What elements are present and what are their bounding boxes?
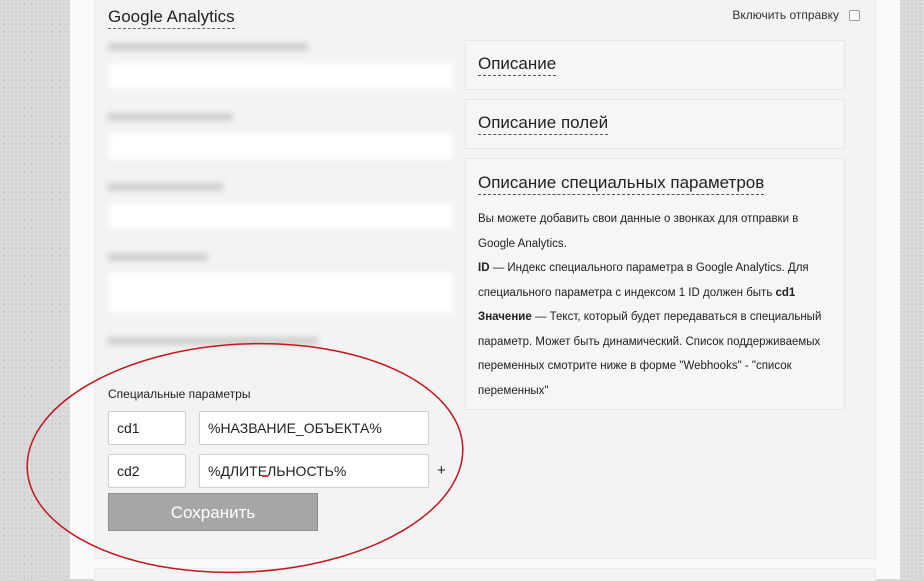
special-params-label: Специальные параметры [108,387,251,401]
blurred-label [108,334,454,350]
save-button[interactable]: Сохранить [108,493,318,531]
special-params-title[interactable]: Описание специальных параметров [478,172,765,195]
param-value-input-2[interactable]: %ДЛИТЕЛЬНОСТЬ% [199,454,429,488]
param-id-input-1[interactable]: cd1 [108,411,186,445]
value-term: Значение [478,311,532,323]
param-value-input-1[interactable]: %НАЗВАНИЕ_ОБЪЕКТА% [199,411,429,445]
fields-description-card: Описание полей [465,99,845,149]
special-params-description: Вы можете добавить свои данные о звонках… [478,207,832,403]
enable-sending-label: Включить отправку [732,8,839,22]
id-definition: — Индекс специального параметра в Google… [478,262,809,299]
special-params-intro: Вы можете добавить свои данные о звонках… [478,213,799,250]
blurred-label [108,110,454,126]
enable-sending-toggle[interactable]: Включить отправку [732,8,860,22]
blurred-input[interactable] [108,272,454,314]
id-term: ID [478,262,490,274]
next-panel [94,568,876,581]
id-example: cd1 [775,286,796,299]
blurred-input[interactable] [108,132,454,160]
description-card: Описание [465,40,845,90]
blurred-fields [108,40,454,350]
param-id-input-2[interactable]: cd2 [108,454,186,488]
section-title: Google Analytics [108,6,235,29]
fields-description-title[interactable]: Описание полей [478,112,609,135]
description-title[interactable]: Описание [478,53,557,76]
blurred-input[interactable] [108,202,454,230]
enable-sending-checkbox[interactable] [849,9,860,21]
text-cursor-marker [262,475,268,477]
add-param-button[interactable]: + [437,462,446,479]
blurred-label [108,180,454,196]
value-definition: — Текст, который будет передаваться в сп… [478,311,822,397]
blurred-label [108,250,454,266]
blurred-label [108,40,308,56]
special-params-card: Описание специальных параметров Вы может… [465,158,845,410]
blurred-input[interactable] [108,62,454,90]
